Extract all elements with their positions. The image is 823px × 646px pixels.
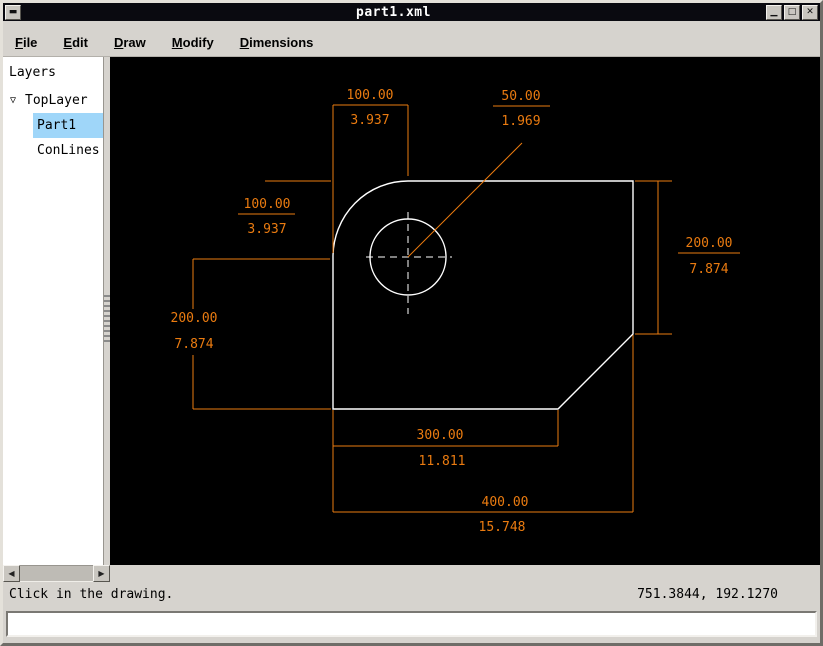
layer-item-part1[interactable]: Part1 (33, 113, 103, 138)
cursor-coordinates: 751.3844, 192.1270 (637, 587, 778, 602)
menu-draw[interactable]: Draw (114, 35, 146, 50)
app-window: ▬ part1.xml ▁ □ ✕ File Edit Draw Modify … (0, 0, 823, 646)
close-icon: ✕ (806, 8, 814, 17)
dim-secondary: 11.811 (419, 454, 466, 469)
layer-item-toplayer[interactable]: ▽ TopLayer (3, 88, 103, 113)
menu-edit[interactable]: Edit (63, 35, 88, 50)
drawing-canvas[interactable]: 100.00 3.937 50.00 1.969 100.00 3.937 20… (110, 57, 820, 565)
layer-label: Part1 (37, 118, 76, 133)
titlebar: ▬ part1.xml ▁ □ ✕ (3, 3, 820, 21)
dim-secondary: 3.937 (247, 222, 286, 237)
dim-radius[interactable]: 50.00 1.969 (501, 89, 540, 129)
dim-total-width[interactable]: 400.00 15.748 (479, 495, 529, 535)
dim-primary: 300.00 (417, 428, 464, 443)
command-input[interactable] (6, 611, 817, 637)
scroll-strip: ◀ ▶ (3, 565, 820, 582)
dim-secondary: 1.969 (501, 114, 540, 129)
status-message: Click in the drawing. (9, 587, 173, 602)
dim-primary: 200.00 (171, 311, 218, 326)
dim-primary: 100.00 (244, 197, 291, 212)
close-button[interactable]: ✕ (802, 5, 818, 20)
dim-primary: 400.00 (482, 495, 529, 510)
scroll-left-icon: ◀ (8, 569, 14, 578)
scroll-strip-filler (110, 565, 820, 582)
window-menu-button[interactable]: ▬ (5, 5, 21, 20)
minimize-icon: ▁ (771, 8, 778, 17)
layers-panel-title: Layers (3, 57, 103, 88)
dim-secondary: 7.874 (174, 337, 213, 352)
dim-right-height[interactable]: 200.00 7.874 (686, 236, 733, 277)
layer-label: ConLines (37, 143, 100, 158)
menu-dimensions[interactable]: Dimensions (240, 35, 314, 50)
layers-hscrollbar[interactable]: ◀ ▶ (3, 565, 110, 582)
dim-primary: 100.00 (347, 88, 394, 103)
centerlines[interactable] (366, 212, 452, 314)
dim-left-offset[interactable]: 100.00 3.937 (244, 197, 291, 237)
minimize-button[interactable]: ▁ (766, 5, 782, 20)
dim-top-width[interactable]: 100.00 3.937 (347, 88, 394, 128)
scroll-right-icon: ▶ (98, 569, 104, 578)
maximize-icon: □ (788, 8, 797, 17)
dim-right-height-lines[interactable] (635, 181, 740, 334)
menubar: File Edit Draw Modify Dimensions (3, 21, 820, 57)
dim-secondary: 15.748 (479, 520, 526, 535)
dim-secondary: 3.937 (350, 113, 389, 128)
statusbar: Click in the drawing. 751.3844, 192.1270 (3, 582, 820, 606)
dim-primary: 200.00 (686, 236, 733, 251)
window-menu-icon: ▬ (9, 8, 18, 17)
window-title: part1.xml (23, 5, 764, 20)
scroll-right-button[interactable]: ▶ (93, 565, 110, 582)
scroll-left-button[interactable]: ◀ (3, 565, 20, 582)
menu-modify[interactable]: Modify (172, 35, 214, 50)
main-content: Layers ▽ TopLayer Part1 ConLines (3, 57, 820, 565)
layer-item-conlines[interactable]: ConLines (33, 138, 103, 163)
dim-primary: 50.00 (501, 89, 540, 104)
menu-file[interactable]: File (15, 35, 37, 50)
layers-panel: Layers ▽ TopLayer Part1 ConLines (3, 57, 104, 565)
dim-secondary: 7.874 (689, 262, 728, 277)
dim-bottom-width[interactable]: 300.00 11.811 (417, 428, 466, 469)
layer-label: TopLayer (25, 93, 88, 108)
expander-icon[interactable]: ▽ (10, 96, 22, 106)
dim-total-width-lines[interactable] (333, 335, 633, 512)
command-area (3, 606, 820, 643)
maximize-button[interactable]: □ (784, 5, 800, 20)
scrollbar-trough[interactable] (20, 565, 93, 582)
part-outline[interactable] (333, 181, 633, 409)
cad-drawing: 100.00 3.937 50.00 1.969 100.00 3.937 20… (110, 57, 820, 562)
